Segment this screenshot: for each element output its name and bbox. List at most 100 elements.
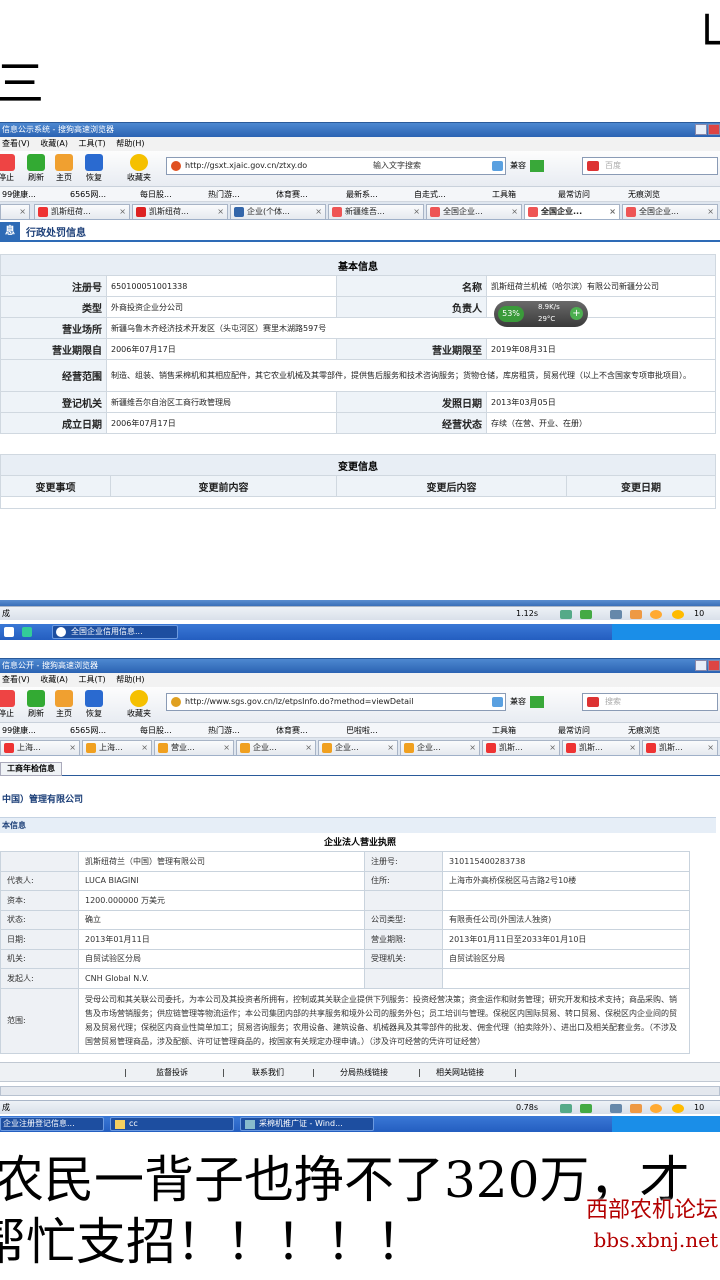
menu-favorites[interactable]: 收藏(A) xyxy=(40,675,68,684)
close-tab-icon[interactable]: × xyxy=(707,741,714,755)
arrow-down-icon[interactable] xyxy=(580,1104,592,1113)
close-tab-icon[interactable]: × xyxy=(19,205,26,219)
close-tab-icon[interactable]: × xyxy=(305,741,312,755)
menu-tools[interactable]: 工具(T) xyxy=(79,139,106,148)
fav-item[interactable]: 体育赛... xyxy=(276,187,308,201)
fav-item[interactable]: 热门游... xyxy=(208,723,240,737)
taskbar-item[interactable]: 全国企业信用信息... xyxy=(52,625,178,639)
close-tab-icon[interactable]: × xyxy=(629,741,636,755)
taskbar-item[interactable]: 企业注册登记信息... xyxy=(0,1117,104,1131)
favorites-button[interactable]: 收藏夹 xyxy=(124,154,154,183)
fav-item[interactable]: 99健康... xyxy=(2,187,36,201)
restore-button[interactable]: 恢复 xyxy=(82,154,106,183)
close-tab-icon[interactable]: × xyxy=(315,205,322,219)
subtab-active[interactable]: 息 xyxy=(0,222,20,242)
close-tab-icon[interactable]: × xyxy=(707,205,714,219)
menu-view[interactable]: 查看(V) xyxy=(2,675,30,684)
address-bar[interactable]: http://gsxt.xjaic.gov.cn/ztxy.do 输入文字搜索 xyxy=(166,157,506,175)
tab[interactable]: 全国企业... × xyxy=(426,204,522,219)
subtab-annual-check[interactable]: 工商年检信息 xyxy=(0,762,62,776)
tab[interactable]: 企业(个体... × xyxy=(230,204,326,219)
tab[interactable]: 上海... × xyxy=(0,740,80,755)
stop-button[interactable]: 停止 xyxy=(0,690,18,719)
speed-icon[interactable] xyxy=(672,1104,684,1113)
close-tab-icon[interactable]: × xyxy=(609,205,616,219)
fav-item[interactable]: 6565网... xyxy=(70,187,106,201)
zoom-level[interactable]: 10 xyxy=(694,607,704,621)
taskbar-item[interactable]: 采棉机推广证 - Wind... xyxy=(240,1117,374,1131)
close-tab-icon[interactable]: × xyxy=(413,205,420,219)
fav-item[interactable]: 巴啦啦... xyxy=(346,723,378,737)
refresh-button[interactable]: 刷新 xyxy=(24,154,48,183)
tab-active[interactable]: 全国企业... × xyxy=(524,204,620,219)
download-icon[interactable] xyxy=(560,610,572,619)
dropdown-icon[interactable] xyxy=(492,161,503,171)
tab[interactable]: 全国企业... × xyxy=(622,204,718,219)
fav-item[interactable]: 无痕浏览 xyxy=(628,723,660,737)
volume-icon[interactable] xyxy=(610,610,622,619)
plugin-icon[interactable] xyxy=(630,1104,642,1113)
address-bar[interactable]: http://www.sgs.gov.cn/lz/etpsInfo.do?met… xyxy=(166,693,506,711)
fav-item[interactable]: 工具箱 xyxy=(492,187,516,201)
restore-button[interactable]: 恢复 xyxy=(82,690,106,719)
download-icon[interactable] xyxy=(560,1104,572,1113)
speed-widget[interactable]: 53% 8.9K/s 29°C + xyxy=(494,301,588,327)
arrow-down-icon[interactable] xyxy=(580,610,592,619)
fav-item[interactable]: 最常访问 xyxy=(558,723,590,737)
search-input[interactable]: 百度 xyxy=(582,157,718,175)
close-tab-icon[interactable]: × xyxy=(223,741,230,755)
minimize-button[interactable] xyxy=(695,660,707,671)
fav-item[interactable]: 无痕浏览 xyxy=(628,187,660,201)
volume-icon[interactable] xyxy=(610,1104,622,1113)
close-button[interactable] xyxy=(708,124,720,135)
tab[interactable]: 凯斯... × xyxy=(482,740,560,755)
fav-item[interactable]: 体育赛... xyxy=(276,723,308,737)
menu-tools[interactable]: 工具(T) xyxy=(79,675,106,684)
close-tab-icon[interactable]: × xyxy=(69,741,76,755)
close-tab-icon[interactable]: × xyxy=(141,741,148,755)
home-button[interactable]: 主页 xyxy=(52,154,76,183)
stop-button[interactable]: 停止 xyxy=(0,154,18,183)
close-tab-icon[interactable]: × xyxy=(119,205,126,219)
taskbar-item[interactable]: cc xyxy=(110,1117,234,1131)
horizontal-scrollbar[interactable] xyxy=(0,1086,720,1096)
menu-favorites[interactable]: 收藏(A) xyxy=(40,139,68,148)
close-tab-icon[interactable]: × xyxy=(469,741,476,755)
menu-help[interactable]: 帮助(H) xyxy=(116,675,144,684)
quicklaunch-icon[interactable] xyxy=(4,627,14,637)
footer-link[interactable]: 分局热线链接 xyxy=(340,1063,388,1083)
tab[interactable]: 新疆维吾... × xyxy=(328,204,424,219)
plus-icon[interactable]: + xyxy=(570,307,583,320)
minimize-button[interactable] xyxy=(695,124,707,135)
tab[interactable]: 上海... × xyxy=(82,740,152,755)
fav-item[interactable]: 工具箱 xyxy=(492,723,516,737)
compat-mode-button[interactable]: 兼容 xyxy=(510,693,544,711)
tab[interactable]: 企业... × xyxy=(236,740,316,755)
alert-icon[interactable] xyxy=(650,1104,662,1113)
fav-item[interactable]: 热门游... xyxy=(208,187,240,201)
speed-icon[interactable] xyxy=(672,610,684,619)
close-tab-icon[interactable]: × xyxy=(511,205,518,219)
close-tab-icon[interactable]: × xyxy=(217,205,224,219)
tab[interactable]: × xyxy=(0,204,30,219)
footer-link[interactable]: 相关网站链接 xyxy=(436,1063,484,1083)
dropdown-icon[interactable] xyxy=(492,697,503,707)
alert-icon[interactable] xyxy=(650,610,662,619)
zoom-level[interactable]: 10 xyxy=(694,1101,704,1115)
tab[interactable]: 凯斯... × xyxy=(642,740,718,755)
refresh-button[interactable]: 刷新 xyxy=(24,690,48,719)
tab[interactable]: 凯斯纽荷... × xyxy=(132,204,228,219)
close-tab-icon[interactable]: × xyxy=(549,741,556,755)
fav-item[interactable]: 最新系... xyxy=(346,187,378,201)
fav-item[interactable]: 每日股... xyxy=(140,187,172,201)
menu-view[interactable]: 查看(V) xyxy=(2,139,30,148)
tab[interactable]: 凯斯... × xyxy=(562,740,640,755)
close-tab-icon[interactable]: × xyxy=(387,741,394,755)
fav-item[interactable]: 最常访问 xyxy=(558,187,590,201)
footer-link[interactable]: 联系我们 xyxy=(252,1063,284,1083)
fav-item[interactable]: 99健康... xyxy=(2,723,36,737)
search-input[interactable]: 搜索 xyxy=(582,693,718,711)
compat-mode-button[interactable]: 兼容 xyxy=(510,157,544,175)
tab[interactable]: 企业... × xyxy=(400,740,480,755)
plugin-icon[interactable] xyxy=(630,610,642,619)
